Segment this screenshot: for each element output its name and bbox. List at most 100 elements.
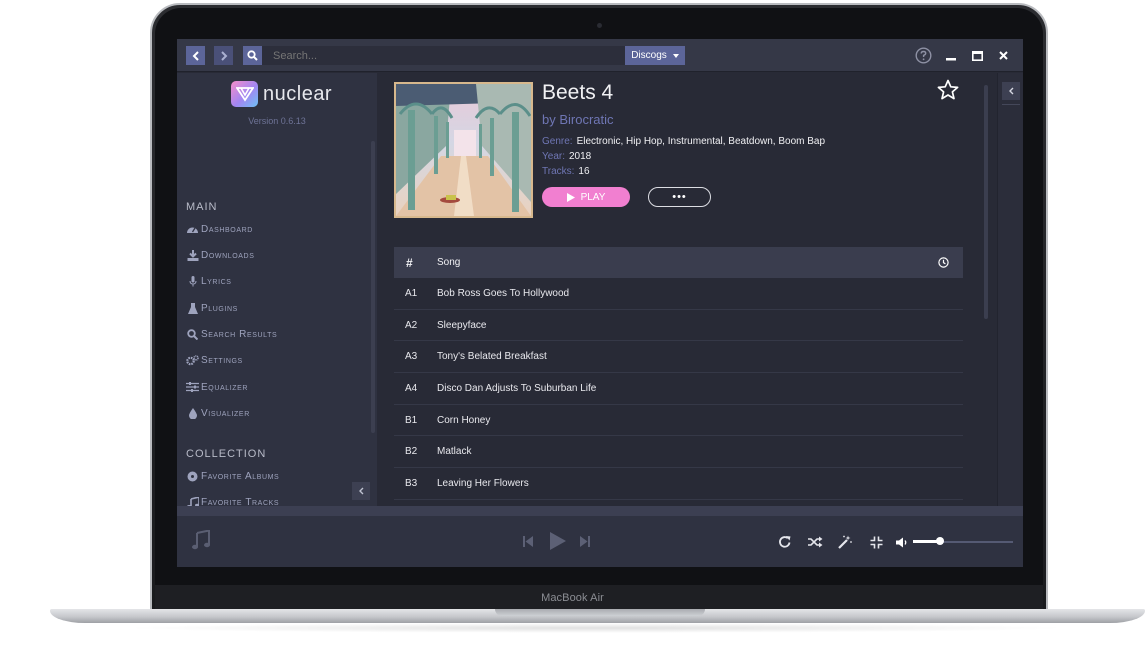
- tint-icon: [186, 407, 199, 419]
- help-button[interactable]: [915, 47, 932, 64]
- star-icon: [937, 79, 959, 100]
- album-cover: [394, 82, 533, 218]
- right-panel-toggle[interactable]: [1002, 82, 1020, 100]
- sidebar-collapse-button[interactable]: [352, 482, 370, 500]
- close-button[interactable]: [995, 47, 1012, 64]
- mini-player-button[interactable]: [868, 534, 884, 550]
- tracks-label: Tracks:: [542, 166, 575, 177]
- next-track-button[interactable]: [578, 534, 592, 548]
- repeat-button[interactable]: [777, 534, 793, 550]
- chevron-left-icon: [358, 487, 363, 495]
- question-circle-icon: [915, 47, 932, 64]
- laptop-shadow: [120, 623, 1070, 633]
- search-button[interactable]: [243, 46, 262, 65]
- album-art-image: [396, 84, 531, 216]
- maximize-icon: [972, 50, 983, 61]
- player-bar: [177, 516, 1023, 567]
- repeat-icon: [779, 536, 791, 548]
- music-note-icon: [192, 530, 210, 550]
- album-track-count: Tracks: 16: [542, 166, 590, 177]
- flask-icon: [186, 302, 199, 314]
- track-number: B2: [405, 446, 418, 458]
- sidebar-item-downloads[interactable]: Downloads: [186, 247, 254, 263]
- header-song[interactable]: Song: [437, 257, 923, 268]
- minimize-icon: [945, 57, 956, 60]
- search-source-dropdown[interactable]: Discogs: [625, 46, 685, 65]
- device-label: MacBook Air: [541, 592, 604, 604]
- track-number: A4: [405, 382, 418, 394]
- table-row[interactable]: B2 Matlack: [394, 436, 963, 469]
- collection-section-header: COLLECTION: [186, 448, 267, 460]
- year-label: Year:: [542, 151, 565, 162]
- sidebar-item-visualizer[interactable]: Visualizer: [186, 405, 250, 421]
- camera-dot: [597, 23, 602, 28]
- forward-button[interactable]: [214, 46, 233, 65]
- cover-placeholder: [191, 529, 211, 551]
- microphone-icon: [186, 275, 199, 287]
- divider: [1002, 104, 1020, 105]
- album-artist-link[interactable]: by Birocratic: [542, 112, 614, 127]
- table-row[interactable]: B3 Leaving Her Flowers: [394, 468, 963, 500]
- sidebar-scrollbar[interactable]: [371, 141, 375, 433]
- sidebar-item-plugins[interactable]: Plugins: [186, 300, 238, 316]
- sidebar-item-lyrics[interactable]: Lyrics: [186, 273, 232, 289]
- track-title: Bob Ross Goes To Hollywood: [437, 287, 570, 299]
- back-button[interactable]: [186, 46, 205, 65]
- main-section-header: MAIN: [186, 201, 218, 213]
- app-name: nuclear: [263, 82, 333, 105]
- chevron-left-icon: [192, 50, 199, 61]
- clock-icon: [937, 257, 949, 268]
- table-row[interactable]: A1 Bob Ross Goes To Hollywood: [394, 278, 963, 310]
- track-title: Corn Honey: [437, 414, 491, 426]
- previous-track-button[interactable]: [521, 534, 535, 548]
- track-number: A2: [405, 319, 418, 331]
- cogs-icon: [186, 354, 199, 366]
- sidebar-item-label: Visualizer: [201, 407, 250, 419]
- sidebar-item-dashboard[interactable]: Dashboard: [186, 221, 253, 237]
- header-duration[interactable]: [923, 257, 963, 268]
- step-backward-icon: [523, 535, 533, 547]
- table-row[interactable]: A4 Disco Dan Adjusts To Suburban Life: [394, 373, 963, 405]
- minimize-button[interactable]: [942, 47, 959, 64]
- record-icon: [186, 470, 199, 482]
- app-version: Version 0.6.13: [248, 116, 306, 126]
- volume-handle[interactable]: [936, 537, 944, 545]
- chevron-right-icon: [220, 50, 227, 61]
- caret-down-icon: [672, 53, 679, 58]
- step-forward-icon: [580, 535, 590, 547]
- sidebar-item-search-results[interactable]: Search Results: [186, 326, 277, 342]
- sidebar-item-label: Settings: [201, 354, 243, 366]
- seek-bar[interactable]: [177, 506, 1023, 516]
- header-number[interactable]: #: [394, 256, 437, 270]
- play-icon: [566, 192, 575, 202]
- volume-icon: [895, 537, 906, 547]
- table-row[interactable]: A3 Tony's Belated Breakfast: [394, 341, 963, 374]
- mute-button[interactable]: [894, 534, 910, 550]
- table-row[interactable]: A2 Sleepyface: [394, 310, 963, 342]
- app-logo: nuclear: [231, 81, 332, 107]
- play-album-button[interactable]: PLAY: [542, 187, 630, 207]
- sidebar: nuclear Version 0.6.13 MAIN Dashboard Do…: [177, 73, 377, 508]
- sidebar-item-favorite-albums[interactable]: Favorite Albums: [186, 468, 279, 484]
- track-title: Matlack: [437, 446, 472, 458]
- main-scrollbar[interactable]: [984, 85, 988, 319]
- year-value: 2018: [568, 151, 592, 162]
- chevron-left-icon: [1008, 87, 1013, 95]
- autoradio-button[interactable]: [837, 534, 853, 550]
- tracklist-table: # Song A1 Bob Ross Goes To Hollywood A2 Sl…: [394, 247, 963, 500]
- track-title: Sleepyface: [437, 319, 487, 331]
- sidebar-item-label: Downloads: [201, 249, 255, 261]
- search-icon: [186, 328, 199, 340]
- favorite-album-button[interactable]: [937, 79, 959, 101]
- top-bar: Discogs: [177, 39, 1023, 72]
- table-row[interactable]: B1 Corn Honey: [394, 405, 963, 437]
- shuffle-button[interactable]: [807, 534, 823, 550]
- track-title: Tony's Belated Breakfast: [437, 351, 547, 363]
- maximize-button[interactable]: [969, 47, 986, 64]
- sidebar-item-equalizer[interactable]: Equalizer: [186, 379, 248, 395]
- search-input[interactable]: [243, 46, 625, 65]
- play-pause-button[interactable]: [547, 530, 569, 552]
- sidebar-item-settings[interactable]: Settings: [186, 352, 243, 368]
- album-more-button[interactable]: •••: [648, 187, 711, 207]
- sidebar-item-label: Plugins: [201, 302, 238, 314]
